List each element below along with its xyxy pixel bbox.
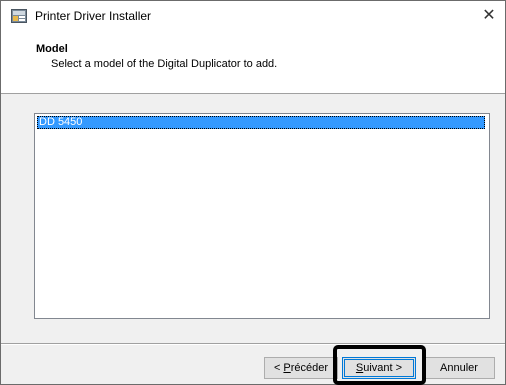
back-button-prefix: < bbox=[273, 362, 284, 374]
next-button[interactable]: Suivant > bbox=[342, 357, 416, 379]
installer-window: Printer Driver Installer ✕ Model Select … bbox=[0, 0, 506, 385]
back-button-mnemonic: P bbox=[283, 362, 291, 374]
window-title: Printer Driver Installer bbox=[35, 9, 152, 23]
model-listbox[interactable]: DD 5450 bbox=[34, 113, 490, 319]
next-button-focus-frame: Suivant > bbox=[344, 359, 414, 377]
footer-divider bbox=[1, 343, 505, 345]
list-item-dd-5450[interactable]: DD 5450 bbox=[37, 116, 485, 129]
title-bar[interactable]: Printer Driver Installer ✕ bbox=[1, 1, 505, 31]
wizard-header: Model Select a model of the Digital Dupl… bbox=[1, 31, 505, 94]
page-title: Model bbox=[36, 43, 68, 55]
back-button-label: récéder bbox=[290, 362, 329, 374]
cancel-button[interactable]: Annuler bbox=[423, 357, 495, 379]
next-button-label: uivant > bbox=[363, 362, 403, 374]
back-button[interactable]: < Précéder bbox=[264, 357, 338, 379]
installer-icon bbox=[11, 9, 27, 23]
close-icon[interactable]: ✕ bbox=[473, 1, 505, 31]
page-subtitle: Select a model of the Digital Duplicator… bbox=[51, 58, 278, 70]
